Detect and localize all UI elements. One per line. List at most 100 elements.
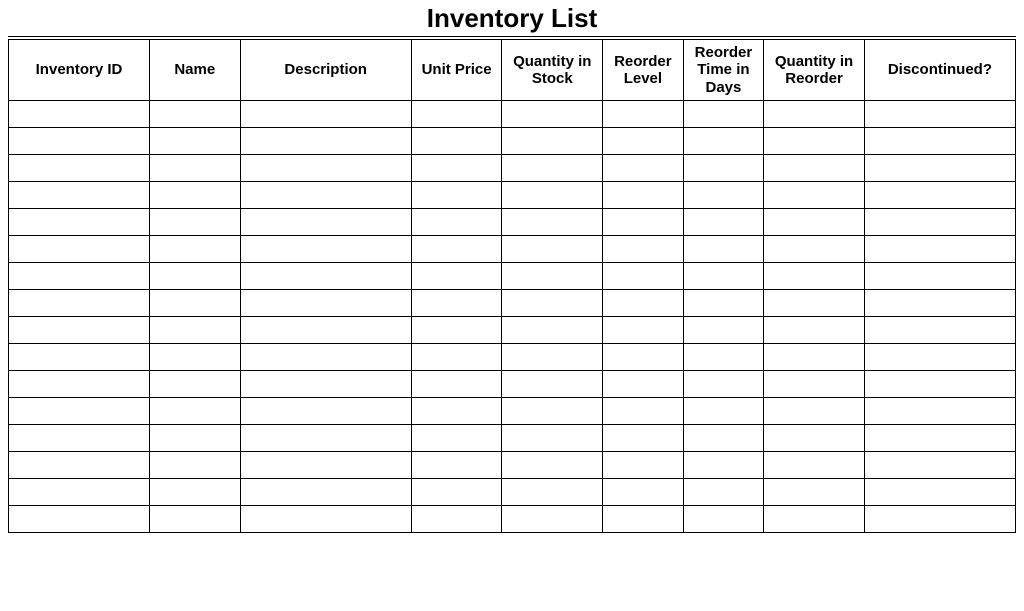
cell-inventory_id[interactable] (9, 235, 150, 262)
cell-reorder_time_in_days[interactable] (683, 505, 764, 532)
cell-description[interactable] (240, 478, 411, 505)
cell-reorder_time_in_days[interactable] (683, 343, 764, 370)
cell-unit_price[interactable] (411, 343, 502, 370)
cell-reorder_level[interactable] (603, 424, 684, 451)
cell-reorder_time_in_days[interactable] (683, 154, 764, 181)
cell-reorder_time_in_days[interactable] (683, 289, 764, 316)
cell-reorder_level[interactable] (603, 505, 684, 532)
cell-inventory_id[interactable] (9, 424, 150, 451)
cell-reorder_time_in_days[interactable] (683, 127, 764, 154)
cell-inventory_id[interactable] (9, 127, 150, 154)
cell-name[interactable] (149, 451, 240, 478)
cell-reorder_level[interactable] (603, 235, 684, 262)
cell-inventory_id[interactable] (9, 100, 150, 127)
cell-reorder_level[interactable] (603, 451, 684, 478)
cell-quantity_in_reorder[interactable] (764, 289, 865, 316)
cell-reorder_time_in_days[interactable] (683, 451, 764, 478)
cell-quantity_in_reorder[interactable] (764, 208, 865, 235)
cell-unit_price[interactable] (411, 424, 502, 451)
cell-discontinued[interactable] (864, 181, 1015, 208)
cell-unit_price[interactable] (411, 181, 502, 208)
cell-name[interactable] (149, 397, 240, 424)
cell-discontinued[interactable] (864, 154, 1015, 181)
cell-description[interactable] (240, 208, 411, 235)
cell-discontinued[interactable] (864, 127, 1015, 154)
cell-name[interactable] (149, 289, 240, 316)
cell-quantity_in_reorder[interactable] (764, 235, 865, 262)
cell-description[interactable] (240, 451, 411, 478)
cell-quantity_in_stock[interactable] (502, 181, 603, 208)
cell-inventory_id[interactable] (9, 316, 150, 343)
cell-reorder_level[interactable] (603, 397, 684, 424)
cell-reorder_level[interactable] (603, 370, 684, 397)
cell-quantity_in_reorder[interactable] (764, 505, 865, 532)
cell-discontinued[interactable] (864, 370, 1015, 397)
cell-unit_price[interactable] (411, 316, 502, 343)
cell-inventory_id[interactable] (9, 478, 150, 505)
cell-reorder_level[interactable] (603, 100, 684, 127)
cell-unit_price[interactable] (411, 127, 502, 154)
cell-quantity_in_stock[interactable] (502, 478, 603, 505)
cell-description[interactable] (240, 397, 411, 424)
cell-name[interactable] (149, 127, 240, 154)
cell-name[interactable] (149, 154, 240, 181)
cell-description[interactable] (240, 316, 411, 343)
cell-name[interactable] (149, 262, 240, 289)
cell-discontinued[interactable] (864, 316, 1015, 343)
cell-inventory_id[interactable] (9, 208, 150, 235)
cell-description[interactable] (240, 154, 411, 181)
cell-reorder_level[interactable] (603, 208, 684, 235)
cell-reorder_time_in_days[interactable] (683, 478, 764, 505)
cell-quantity_in_reorder[interactable] (764, 343, 865, 370)
cell-quantity_in_stock[interactable] (502, 370, 603, 397)
cell-discontinued[interactable] (864, 289, 1015, 316)
cell-inventory_id[interactable] (9, 154, 150, 181)
cell-reorder_time_in_days[interactable] (683, 397, 764, 424)
cell-quantity_in_stock[interactable] (502, 343, 603, 370)
cell-description[interactable] (240, 100, 411, 127)
cell-discontinued[interactable] (864, 478, 1015, 505)
cell-quantity_in_reorder[interactable] (764, 451, 865, 478)
cell-quantity_in_stock[interactable] (502, 127, 603, 154)
cell-reorder_level[interactable] (603, 316, 684, 343)
cell-unit_price[interactable] (411, 262, 502, 289)
cell-quantity_in_reorder[interactable] (764, 370, 865, 397)
cell-reorder_level[interactable] (603, 127, 684, 154)
cell-quantity_in_stock[interactable] (502, 316, 603, 343)
cell-inventory_id[interactable] (9, 262, 150, 289)
cell-discontinued[interactable] (864, 235, 1015, 262)
cell-quantity_in_reorder[interactable] (764, 478, 865, 505)
cell-unit_price[interactable] (411, 235, 502, 262)
cell-discontinued[interactable] (864, 424, 1015, 451)
cell-quantity_in_reorder[interactable] (764, 154, 865, 181)
cell-quantity_in_reorder[interactable] (764, 100, 865, 127)
cell-quantity_in_stock[interactable] (502, 451, 603, 478)
cell-description[interactable] (240, 424, 411, 451)
cell-reorder_time_in_days[interactable] (683, 235, 764, 262)
cell-inventory_id[interactable] (9, 505, 150, 532)
cell-reorder_level[interactable] (603, 181, 684, 208)
cell-description[interactable] (240, 505, 411, 532)
cell-discontinued[interactable] (864, 100, 1015, 127)
cell-discontinued[interactable] (864, 343, 1015, 370)
cell-unit_price[interactable] (411, 289, 502, 316)
cell-quantity_in_stock[interactable] (502, 154, 603, 181)
cell-description[interactable] (240, 370, 411, 397)
cell-quantity_in_reorder[interactable] (764, 397, 865, 424)
cell-discontinued[interactable] (864, 505, 1015, 532)
cell-unit_price[interactable] (411, 478, 502, 505)
cell-quantity_in_stock[interactable] (502, 262, 603, 289)
cell-quantity_in_stock[interactable] (502, 397, 603, 424)
cell-reorder_time_in_days[interactable] (683, 370, 764, 397)
cell-reorder_level[interactable] (603, 154, 684, 181)
cell-discontinued[interactable] (864, 451, 1015, 478)
cell-description[interactable] (240, 235, 411, 262)
cell-unit_price[interactable] (411, 397, 502, 424)
cell-discontinued[interactable] (864, 208, 1015, 235)
cell-unit_price[interactable] (411, 370, 502, 397)
cell-name[interactable] (149, 505, 240, 532)
cell-quantity_in_stock[interactable] (502, 208, 603, 235)
cell-reorder_time_in_days[interactable] (683, 208, 764, 235)
cell-inventory_id[interactable] (9, 451, 150, 478)
cell-name[interactable] (149, 208, 240, 235)
